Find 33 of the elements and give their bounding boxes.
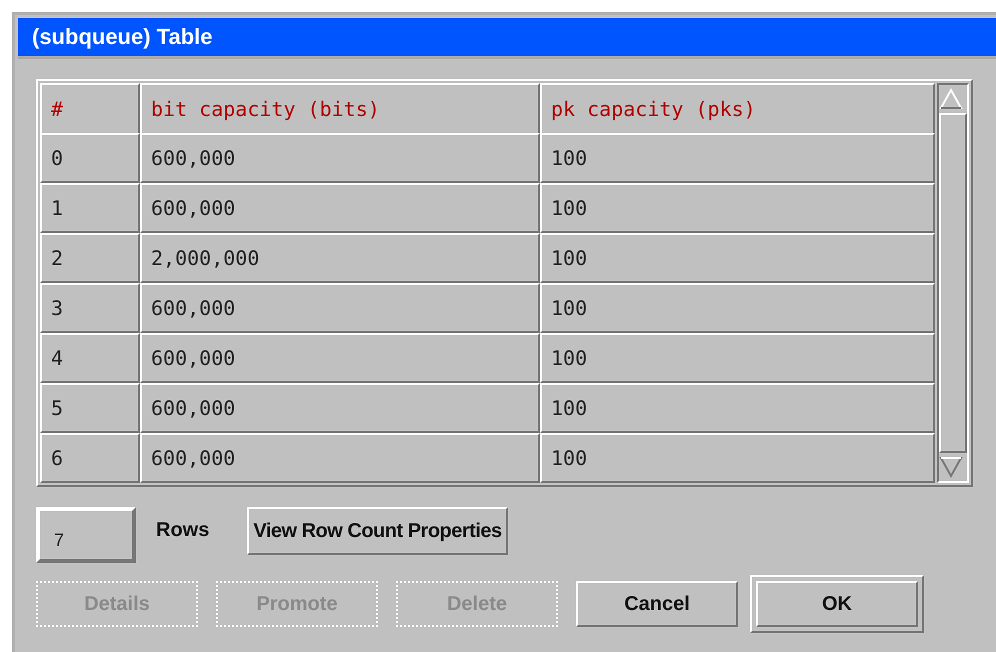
scroll-down-icon[interactable] — [939, 455, 963, 479]
table-cell: 600,000 — [140, 183, 540, 233]
scrollbar[interactable] — [937, 83, 969, 483]
rows-input-field[interactable]: 7 — [36, 507, 136, 563]
table-cell: 600,000 — [140, 433, 540, 483]
table-cell: 6 — [40, 433, 140, 483]
dialog-button[interactable]: Cancel — [576, 581, 738, 627]
table-cell: 600,000 — [140, 333, 540, 383]
table-cell: 2,000,000 — [140, 233, 540, 283]
view-row-count-properties-button[interactable]: View Row Count Properties — [247, 507, 508, 555]
window-title: (subqueue) Table — [18, 18, 996, 59]
column-header: pk capacity (pks) — [540, 83, 935, 135]
table-cell: 4 — [40, 333, 140, 383]
table-cell: 100 — [540, 183, 935, 233]
table-cell: 600,000 — [140, 283, 540, 333]
table-cell: 600,000 — [140, 383, 540, 433]
column-header: # — [40, 83, 140, 135]
dialog-button[interactable]: OK — [756, 581, 918, 627]
table-cell: 100 — [540, 133, 935, 183]
table-cell: 2 — [40, 233, 140, 283]
table-cell: 5 — [40, 383, 140, 433]
table-cell: 600,000 — [140, 133, 540, 183]
table-cell: 100 — [540, 433, 935, 483]
table-cell: 3 — [40, 283, 140, 333]
table-cell: 100 — [540, 383, 935, 433]
table-cell: 1 — [40, 183, 140, 233]
table-cell: 0 — [40, 133, 140, 183]
scroll-up-icon[interactable] — [939, 87, 963, 111]
table-cell: 100 — [540, 233, 935, 283]
table-cell: 100 — [540, 333, 935, 383]
table-cell: 100 — [540, 283, 935, 333]
rows-label: Rows — [156, 518, 210, 542]
column-header: bit capacity (bits) — [140, 83, 540, 135]
